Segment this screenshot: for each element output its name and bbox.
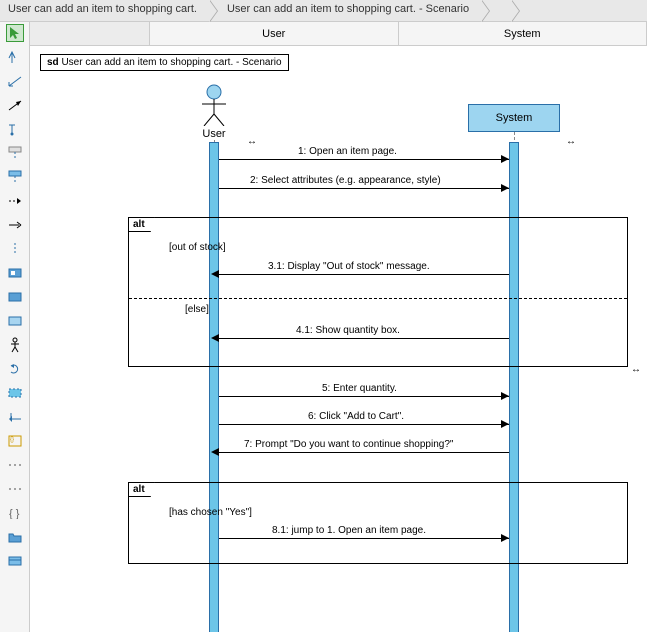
alt-guard-3[interactable]: [has chosen "Yes"]	[169, 507, 252, 518]
box-blue-tool-icon[interactable]	[6, 288, 24, 306]
alt-tag: alt	[128, 217, 155, 232]
arrowhead-icon	[501, 184, 509, 192]
svg-text:{}: {}	[10, 437, 14, 443]
arrowhead-icon	[211, 448, 219, 456]
resize-handle-icon[interactable]: ↔	[631, 364, 641, 375]
message-2[interactable]	[219, 188, 509, 189]
breadcrumb-item-1[interactable]: User can add an item to shopping cart.	[0, 0, 209, 21]
sequence-diagram[interactable]: sd User can add an item to shopping cart…	[30, 46, 647, 632]
alt-guard-2[interactable]: [else]	[185, 304, 209, 315]
message-6[interactable]	[219, 424, 509, 425]
actor-icon	[190, 84, 238, 126]
message-6-label[interactable]: 6: Click "Add to Cart".	[308, 411, 404, 422]
resize-handle-icon[interactable]: ↔	[566, 136, 576, 147]
message-4-1[interactable]	[219, 338, 509, 339]
arrowhead-icon	[501, 420, 509, 428]
lane-header-user[interactable]: User	[150, 22, 399, 45]
anchor-tool-icon[interactable]	[6, 120, 24, 138]
breadcrumb: User can add an item to shopping cart. U…	[0, 0, 647, 22]
line-tool-icon[interactable]	[6, 72, 24, 90]
canvas[interactable]: User System sd User can add an item to s…	[30, 22, 647, 632]
message-3-1-label[interactable]: 3.1: Display "Out of stock" message.	[268, 261, 430, 272]
actor-label: User	[190, 128, 238, 140]
brackets-tool-icon[interactable]: { }	[6, 504, 24, 522]
dots-tool-icon[interactable]	[6, 456, 24, 474]
folder-tool-icon[interactable]	[6, 528, 24, 546]
lane-header: User System	[30, 22, 647, 46]
message-8-1[interactable]	[219, 538, 509, 539]
arrowhead-icon	[501, 534, 509, 542]
alt-divider	[129, 298, 627, 299]
box-tool-icon[interactable]	[6, 264, 24, 282]
loop-tool-icon[interactable]	[6, 360, 24, 378]
message-7-label[interactable]: 7: Prompt "Do you want to continue shopp…	[244, 439, 453, 450]
vertical-dashed-tool-icon[interactable]	[6, 240, 24, 258]
tool-palette: {} { }	[0, 22, 30, 632]
arrowhead-icon	[501, 155, 509, 163]
alt-fragment-1[interactable]: alt [out of stock] [else]	[128, 217, 628, 367]
message-2-label[interactable]: 2: Select attributes (e.g. appearance, s…	[250, 175, 441, 186]
dashed-arrow-tool-icon[interactable]	[6, 192, 24, 210]
opt-tool-icon[interactable]: {}	[6, 432, 24, 450]
arrowhead-icon	[211, 270, 219, 278]
message-7[interactable]	[219, 452, 509, 453]
alt-tag: alt	[128, 482, 155, 497]
message-8-1-label[interactable]: 8.1: jump to 1. Open an item page.	[272, 525, 426, 536]
resize-handle-icon[interactable]: ↔	[247, 136, 257, 147]
arrowhead-icon	[211, 334, 219, 342]
breadcrumb-item-2[interactable]: User can add an item to shopping cart. -…	[209, 0, 481, 21]
message-4-1-label[interactable]: 4.1: Show quantity box.	[296, 325, 400, 336]
actor-user[interactable]: User	[190, 84, 238, 140]
solid-arrow-tool-icon[interactable]	[6, 96, 24, 114]
message-5[interactable]	[219, 396, 509, 397]
sd-frame-label[interactable]: sd User can add an item to shopping cart…	[40, 54, 289, 71]
lifeline-blue-tool-icon[interactable]	[6, 168, 24, 186]
system-lifeline-box[interactable]: System	[468, 104, 560, 132]
lane-header-spacer	[30, 22, 150, 45]
right-arrow-tool-icon[interactable]	[6, 216, 24, 234]
sd-title: User can add an item to shopping cart. -…	[61, 57, 281, 68]
sd-prefix: sd	[47, 57, 59, 68]
actor-tool-icon[interactable]	[6, 336, 24, 354]
alt-guard-1[interactable]: [out of stock]	[169, 242, 226, 253]
message-5-label[interactable]: 5: Enter quantity.	[322, 383, 397, 394]
lane-header-system[interactable]: System	[399, 22, 647, 45]
message-3-1[interactable]	[219, 274, 509, 275]
return-tool-icon[interactable]	[6, 408, 24, 426]
svg-text:{ }: { }	[9, 508, 20, 519]
message-1-label[interactable]: 1: Open an item page.	[298, 146, 397, 157]
arrowhead-icon	[501, 392, 509, 400]
rect-tool-icon[interactable]	[6, 384, 24, 402]
select-tool-icon[interactable]	[6, 24, 24, 42]
main-area: {} { } User System sd User can add an it…	[0, 22, 647, 632]
alt-fragment-2[interactable]: alt [has chosen "Yes"]	[128, 482, 628, 564]
pointer-tool-icon[interactable]	[6, 48, 24, 66]
message-1[interactable]	[219, 159, 509, 160]
dots2-tool-icon[interactable]	[6, 480, 24, 498]
box-light-tool-icon[interactable]	[6, 312, 24, 330]
card-tool-icon[interactable]	[6, 552, 24, 570]
lifeline-tool-icon[interactable]	[6, 144, 24, 162]
